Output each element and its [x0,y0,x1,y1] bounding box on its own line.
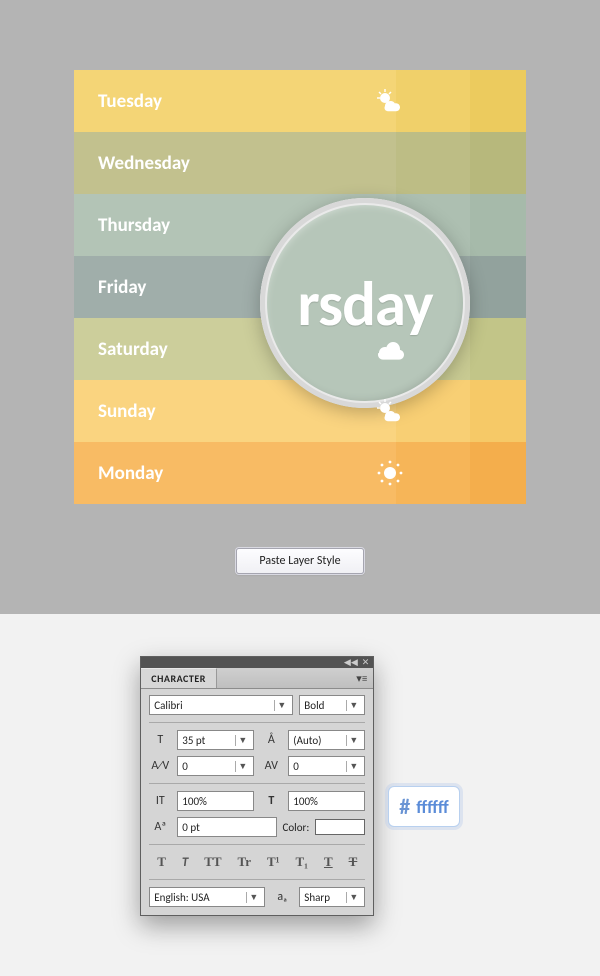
font-weight-select[interactable]: Bold▼ [299,695,365,715]
baseline-input[interactable]: 0 pt [177,817,276,837]
antialias-select[interactable]: Sharp▼ [299,887,365,907]
day-label: Thursday [74,214,254,237]
day-label: Tuesday [74,90,254,113]
kerning-input[interactable]: 0▼ [177,756,254,776]
day-row-saturday[interactable]: Saturday [74,318,526,380]
day-label: Monday [74,462,254,485]
day-label: Friday [74,276,254,299]
weather-widget: Tuesday Wednesday Thursday Friday Saturd… [74,70,526,504]
tracking-input[interactable]: 0▼ [288,756,365,776]
kerning-icon: A∕V [149,759,171,773]
panel-titlebar[interactable]: ◀◀ ✕ [141,657,373,668]
collapse-icon[interactable]: ◀◀ [344,658,358,667]
hscale-input[interactable]: 100% [288,791,365,811]
tab-character[interactable]: CHARACTER [141,668,217,688]
color-swatch[interactable] [315,819,365,835]
font-size-input[interactable]: 35 pt▼ [177,730,254,750]
color-label: Color: [283,821,310,834]
hscale-icon: T [260,794,282,808]
day-row-friday[interactable]: Friday [74,256,526,318]
font-size-icon: T [149,733,171,747]
partly-sunny-icon [254,398,526,424]
character-panel[interactable]: ◀◀ ✕ CHARACTER ▾≡ Calibri▼ Bold▼ T 35 pt… [140,656,374,916]
day-row-monday[interactable]: Monday [74,442,526,504]
day-label: Wednesday [74,152,254,175]
vscale-icon: IT [149,794,171,808]
antialias-icon: aₐ [271,890,293,904]
cloudy-icon [254,337,526,361]
close-icon[interactable]: ✕ [362,658,370,667]
panel-menu-icon[interactable]: ▾≡ [350,672,373,685]
language-select[interactable]: English: USA▼ [149,887,265,907]
leading-icon: Å [260,733,282,747]
day-label: Sunday [74,400,254,423]
tracking-icon: AV [260,759,282,773]
day-row-sunday[interactable]: Sunday [74,380,526,442]
day-row-wednesday[interactable]: Wednesday [74,132,526,194]
day-row-thursday[interactable]: Thursday [74,194,526,256]
baseline-icon: Aª [149,820,171,834]
hash-icon: # [399,793,410,820]
type-style-toolbar[interactable]: TTTTTrT¹T₁TT [149,852,365,872]
color-hex-callout: # ffffff [388,786,459,827]
font-family-select[interactable]: Calibri▼ [149,695,293,715]
tutorial-canvas: Tuesday Wednesday Thursday Friday Saturd… [0,0,600,614]
sunny-icon [254,459,526,487]
paste-layer-style-button[interactable]: Paste Layer Style [236,548,363,574]
hex-value: ffffff [416,796,448,818]
day-row-tuesday[interactable]: Tuesday [74,70,526,132]
day-label: Saturday [74,338,254,361]
partly-sunny-icon [254,88,526,114]
vscale-input[interactable]: 100% [177,791,254,811]
character-panel-area: ◀◀ ✕ CHARACTER ▾≡ Calibri▼ Bold▼ T 35 pt… [0,614,600,976]
leading-input[interactable]: (Auto)▼ [288,730,365,750]
